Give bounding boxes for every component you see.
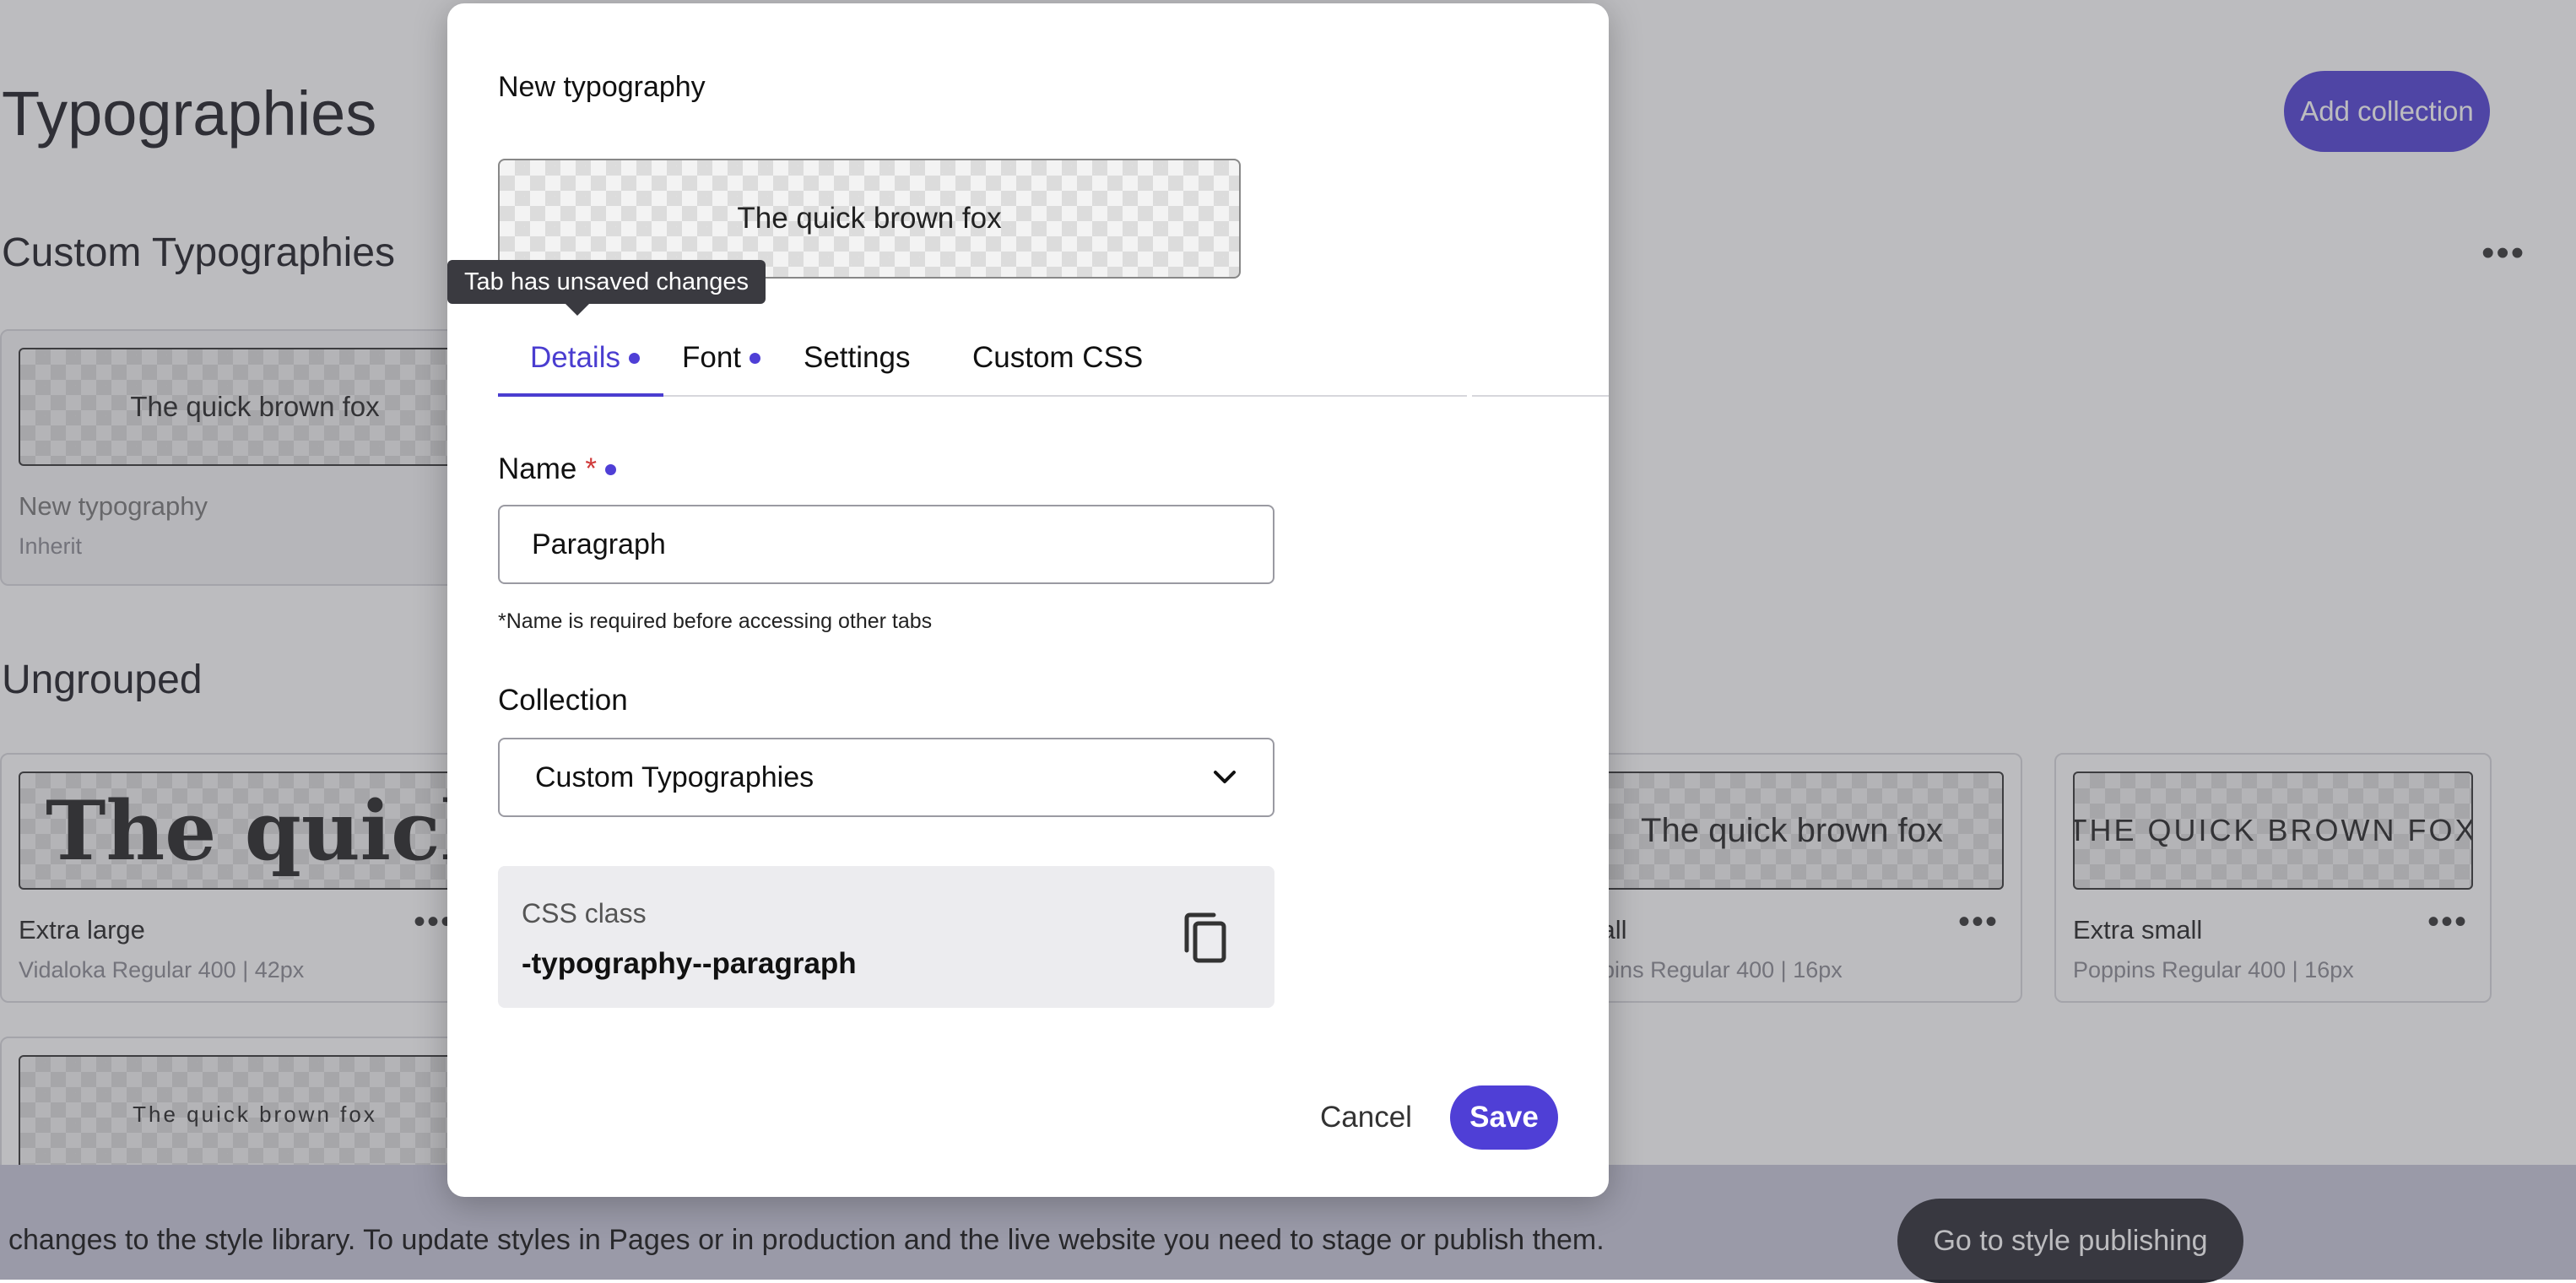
tab-label: Custom CSS	[972, 341, 1144, 374]
css-class-box: CSS class -typography--paragraph	[498, 866, 1274, 1008]
cancel-button[interactable]: Cancel	[1315, 1085, 1413, 1150]
copy-icon[interactable]	[1180, 910, 1231, 966]
required-marker: *	[585, 452, 597, 485]
name-label-text: Name	[498, 452, 577, 485]
tab-custom-css[interactable]: Custom CSS	[972, 341, 1143, 397]
unsaved-dot-icon	[628, 353, 640, 364]
tab-label: Font	[682, 341, 742, 374]
unsaved-changes-tooltip: Tab has unsaved changes	[447, 260, 766, 304]
tab-label: Settings	[804, 341, 911, 374]
tooltip-arrow	[566, 304, 589, 316]
chevron-down-icon	[1214, 771, 1236, 783]
unsaved-dot-icon	[605, 463, 616, 475]
name-label: Name *	[498, 452, 616, 486]
collection-label: Collection	[498, 684, 628, 717]
tab-settings[interactable]: Settings	[804, 341, 910, 397]
tab-font[interactable]: Font	[682, 341, 761, 397]
name-input[interactable]	[498, 505, 1274, 584]
tab-label: Details	[530, 341, 620, 374]
collection-selected-value: Custom Typographies	[535, 761, 814, 793]
save-button[interactable]: Save	[1450, 1085, 1558, 1150]
typography-preview-text: The quick brown fox	[737, 202, 1002, 235]
css-class-value: -typography--paragraph	[522, 947, 857, 980]
dialog-title: New typography	[498, 71, 706, 103]
tabs-underline-end	[1472, 395, 1609, 397]
unsaved-dot-icon	[750, 353, 761, 364]
new-typography-dialog: New typography The quick brown fox Tab h…	[447, 3, 1609, 1197]
collection-select[interactable]: Custom Typographies	[498, 738, 1274, 817]
css-class-label: CSS class	[522, 898, 647, 928]
name-hint: *Name is required before accessing other…	[498, 609, 933, 633]
tab-details[interactable]: Details	[498, 341, 663, 397]
